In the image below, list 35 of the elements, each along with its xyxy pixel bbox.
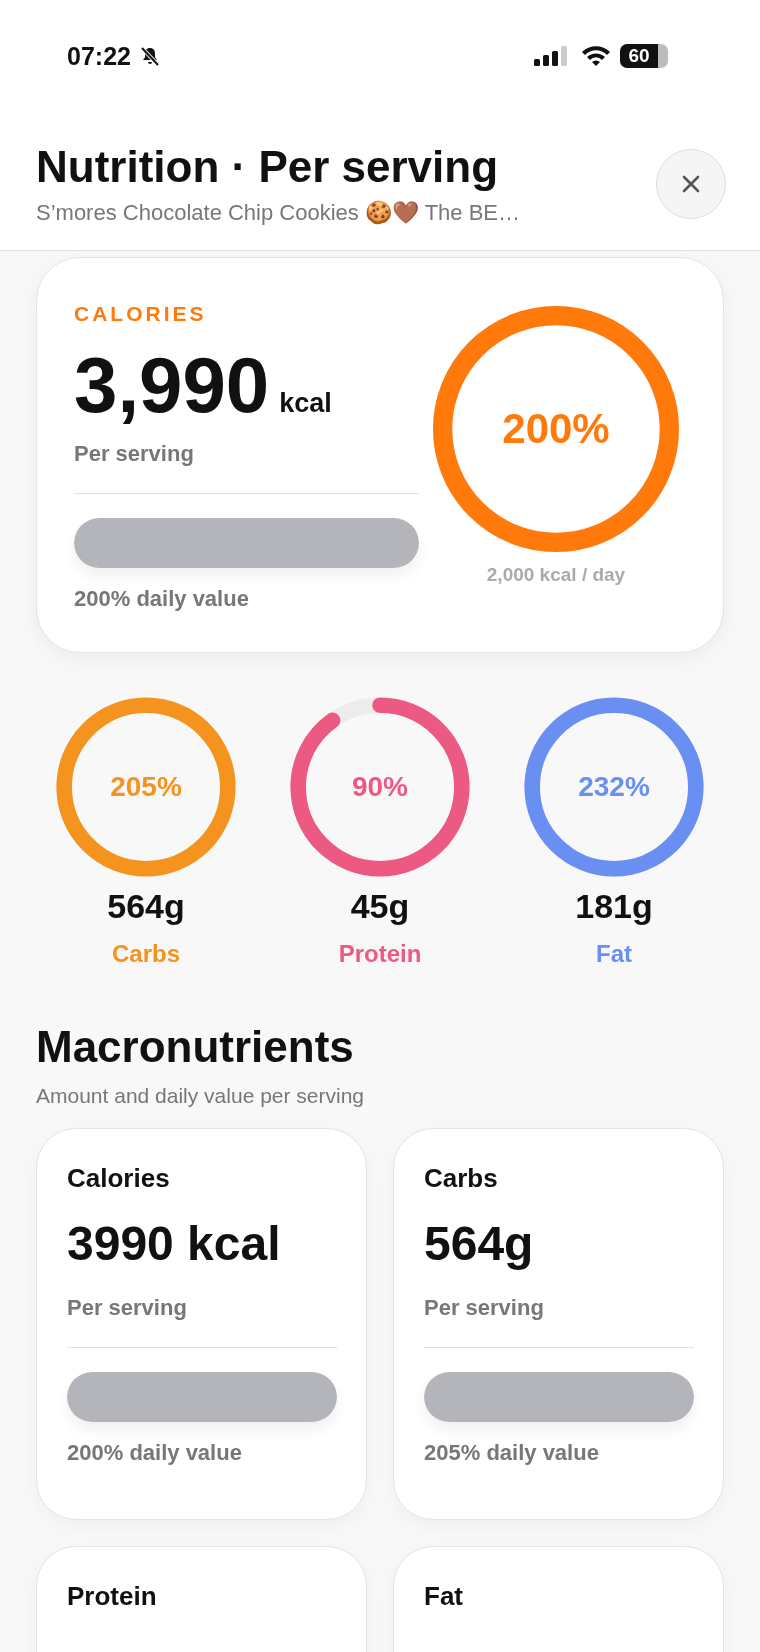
nutrient-value: 3990 kcal [67,1216,282,1271]
nutrient-name: Calories [67,1163,171,1194]
close-icon [680,173,702,195]
daily-value-text: 200% daily value [74,586,250,612]
wifi-icon [580,44,612,68]
status-time: 07:22 [67,41,131,71]
macro-name: Protein [338,940,422,968]
macro-percent: 90% [351,771,408,803]
section-title: Macronutrients [36,1022,355,1072]
macro-amount: 45g [350,887,410,926]
recipe-name: S’mores Chocolate Chip Cookies 🍪🤎 The BE… [36,200,521,226]
section-subtitle: Amount and daily value per serving [36,1084,366,1108]
nutrient-name: Carbs [424,1163,499,1194]
calories-value: 3,990 [74,340,270,431]
macro-percent: 232% [578,771,650,803]
calories-unit: kcal [279,388,332,419]
calories-percent: 200% [502,405,610,453]
serving-caption: Per serving [424,1295,545,1321]
macro-name: Fat [596,940,632,968]
serving-caption: Per serving [67,1295,188,1321]
nutrient-name: Protein [67,1581,158,1612]
nutrient-name: Fat [424,1581,464,1612]
daily-value-text: 200% daily value [67,1440,243,1466]
sheet-title: Nutrition · Per serving [36,142,500,192]
nutrient-value: 564g [424,1216,535,1271]
daily-goal: 2,000 kcal / day [486,564,626,586]
macro-name: Carbs [112,940,180,968]
daily-value-text: 205% daily value [424,1440,600,1466]
calories-label: CALORIES [74,302,208,326]
macro-amount: 564g [107,887,185,926]
battery-icon: 60 [620,44,668,68]
serving-caption: Per serving [74,441,195,467]
macro-percent: 205% [110,771,182,803]
macro-amount: 181g [575,887,653,926]
muted-bell-icon [138,45,161,67]
